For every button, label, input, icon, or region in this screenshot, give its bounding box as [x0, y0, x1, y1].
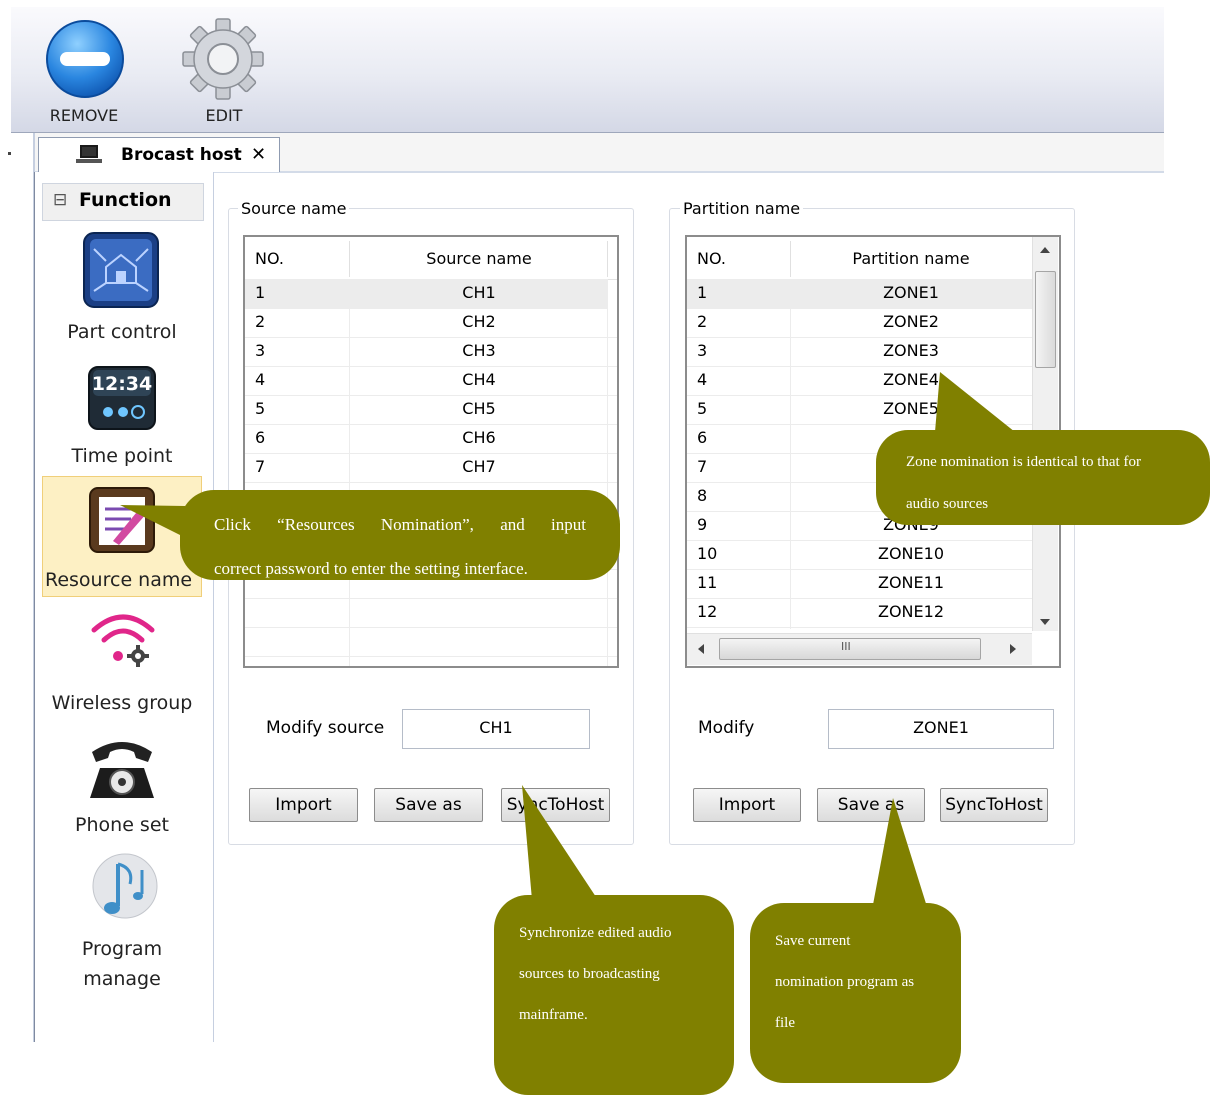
zone-callout-pointer — [935, 372, 1015, 432]
zone-callout-line1: Zone nomination is identical to that for — [906, 454, 1141, 470]
sync-callout-line2: sources to broadcasting — [519, 966, 660, 982]
save-callout-line1: Save current — [775, 933, 851, 949]
save-callout-line3: file — [775, 1015, 795, 1031]
save-callout-line2: nomination program as — [775, 974, 915, 990]
save-callout-pointer — [872, 798, 928, 910]
zone-callout-line2: audio sources — [906, 496, 989, 512]
resources-callout: Click “Resources Nomination”, and input … — [180, 490, 620, 580]
sync-callout: Synchronize edited audio sources to broa… — [494, 895, 734, 1095]
zone-callout: Zone nomination is identical to that for… — [876, 430, 1210, 525]
save-callout: Save current nomination program as file — [750, 903, 961, 1083]
sync-callout-pointer — [522, 785, 598, 900]
resources-callout-line1: Click “Resources Nomination”, and input — [214, 515, 586, 534]
resources-callout-line2: correct password to enter the setting in… — [214, 559, 528, 578]
sync-callout-line3: mainframe. — [519, 1007, 588, 1023]
sync-callout-line1: Synchronize edited audio — [519, 925, 672, 941]
